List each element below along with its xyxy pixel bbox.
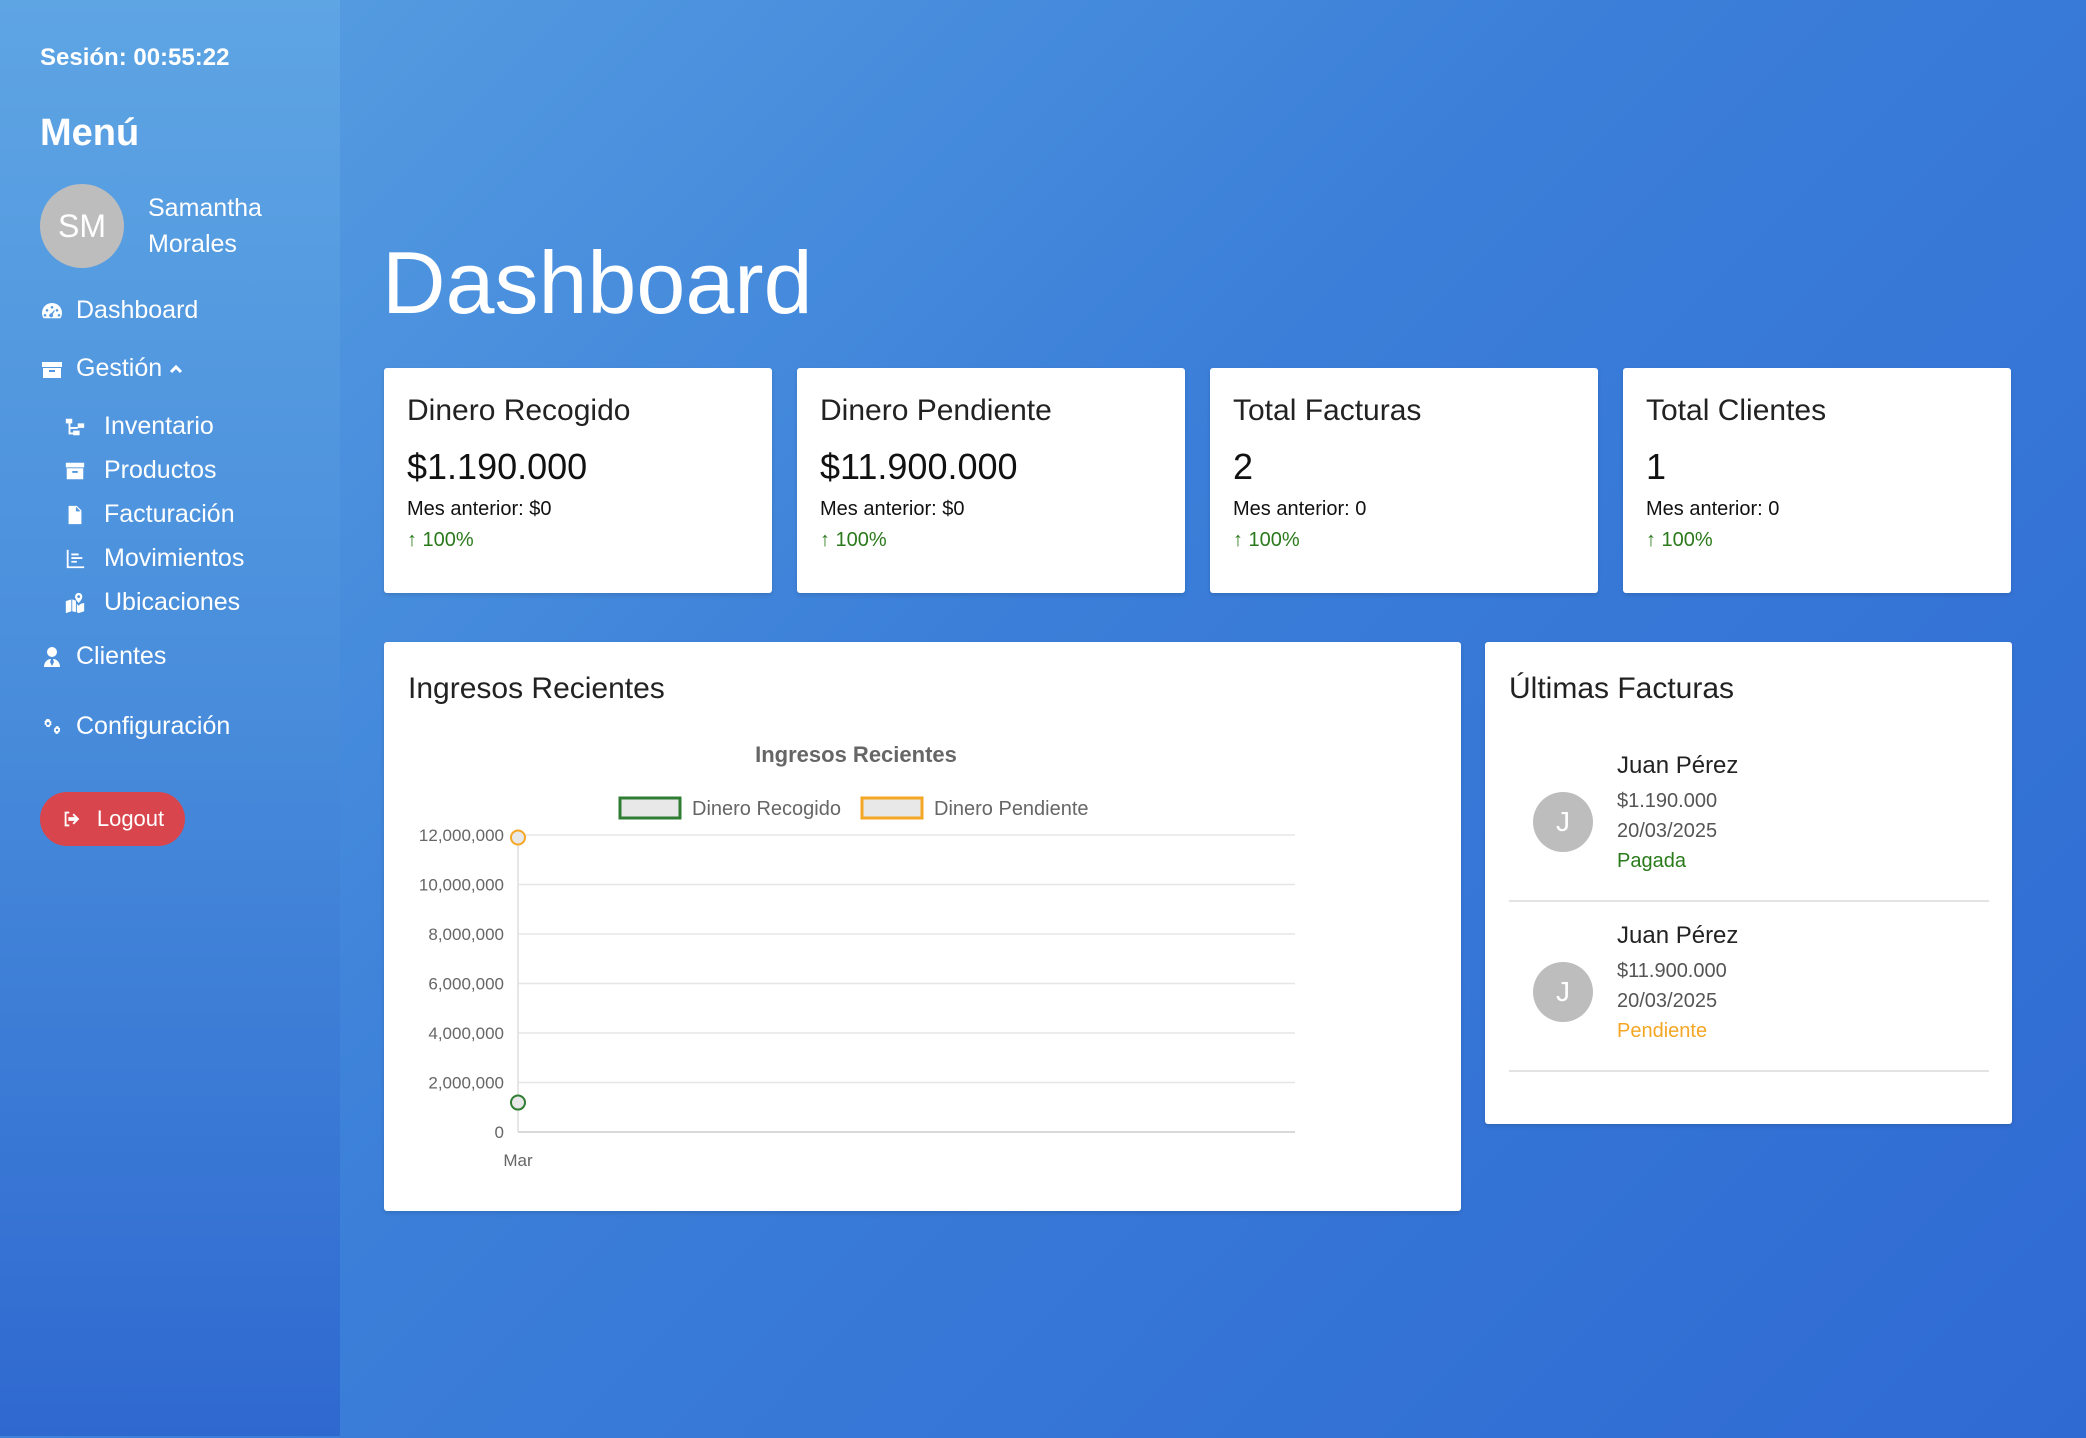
avatar: SM <box>40 184 124 268</box>
legend-label: Dinero Recogido <box>692 798 841 820</box>
stat-previous: Mes anterior: 0 <box>1233 498 1367 520</box>
stat-change: ↑ 100% <box>1646 529 1713 551</box>
stat-value: 1 <box>1646 446 1667 487</box>
sidebar-item-label: Productos <box>104 456 217 484</box>
y-tick-label: 4,000,000 <box>428 1024 504 1043</box>
sidebar-item-label: Movimientos <box>104 544 245 572</box>
stat-previous: Mes anterior: $0 <box>820 498 965 520</box>
recent-income-card: Ingresos Recientes Ingresos Recientes Din… <box>384 642 1461 1211</box>
logout-label: Logout <box>96 806 165 831</box>
stat-change: ↑ 100% <box>1233 529 1300 551</box>
invoice-icon <box>68 505 82 524</box>
invoices-card-title: Últimas Facturas <box>1509 672 1735 705</box>
stat-title: Dinero Pendiente <box>820 394 1052 427</box>
stat-title: Total Clientes <box>1646 394 1827 427</box>
logout-button[interactable]: Logout <box>40 792 185 846</box>
data-point <box>510 1094 526 1111</box>
invoice-date: 20/03/2025 <box>1617 820 1718 842</box>
stat-card-dinero-recogido: Dinero Recogido $1.190.000 Mes anterior:… <box>384 368 772 593</box>
invoice-item[interactable]: J Juan Pérez $1.190.000 20/03/2025 Pagad… <box>1509 734 1989 902</box>
gears-icon <box>44 718 61 734</box>
user-last-name: Morales <box>148 230 237 258</box>
menu-title: Menú <box>40 112 140 154</box>
chevron-up-icon <box>168 361 184 377</box>
y-tick-label: 0 <box>495 1123 504 1142</box>
y-tick-label: 2,000,000 <box>428 1074 504 1093</box>
stat-value: $1.190.000 <box>407 446 588 487</box>
stat-change: ↑ 100% <box>820 529 887 551</box>
stat-card-total-clientes: Total Clientes 1 Mes anterior: 0 ↑ 100% <box>1623 368 2011 593</box>
sidebar-item-clientes[interactable]: Clientes <box>40 642 166 671</box>
legend-label: Dinero Pendiente <box>934 798 1089 820</box>
y-tick-label: 6,000,000 <box>428 975 504 994</box>
stat-title: Dinero Recogido <box>407 394 631 427</box>
stat-value: $11.900.000 <box>820 446 1018 487</box>
sidebar-item-productos[interactable]: Productos <box>64 456 217 485</box>
stat-card-total-facturas: Total Facturas 2 Mes anterior: 0 ↑ 100% <box>1210 368 1598 593</box>
sidebar-item-dashboard[interactable]: Dashboard <box>40 296 198 325</box>
legend-swatch <box>618 796 682 820</box>
invoice-status: Pendiente <box>1617 1020 1708 1042</box>
y-tick-label: 8,000,000 <box>428 925 504 944</box>
sidebar-item-label: Facturación <box>104 500 235 528</box>
sitemap-icon <box>65 418 85 435</box>
invoice-status: Pagada <box>1617 850 1686 872</box>
sidebar-item-label: Configuración <box>76 712 231 740</box>
x-tick-label: Mar <box>503 1151 533 1170</box>
y-tick-label: 10,000,000 <box>419 876 504 895</box>
data-point <box>510 829 526 846</box>
avatar: J <box>1533 962 1593 1022</box>
stat-title: Total Facturas <box>1233 394 1422 427</box>
sidebar-item-facturacion[interactable]: Facturación <box>64 500 235 529</box>
sidebar-item-label: Dashboard <box>76 296 199 324</box>
invoice-item[interactable]: J Juan Pérez $11.900.000 20/03/2025 Pend… <box>1509 904 1989 1072</box>
page-title: Dashboard <box>382 233 813 332</box>
archive-icon <box>65 462 85 479</box>
user-first-name: Samantha <box>148 194 262 222</box>
y-tick-label: 12,000,000 <box>419 826 504 845</box>
sidebar-item-label: Gestión <box>76 354 163 382</box>
sidebar-item-inventario[interactable]: Inventario <box>64 412 214 441</box>
invoice-client-name: Juan Pérez <box>1617 752 1739 779</box>
user-name: Samantha Morales <box>148 190 288 262</box>
latest-invoices-card: Últimas Facturas J Juan Pérez $1.190.000… <box>1485 642 2012 1124</box>
sidebar-item-label: Inventario <box>104 412 214 440</box>
sidebar-item-configuracion[interactable]: Configuración <box>40 712 230 741</box>
chart-title: Ingresos Recientes <box>755 742 957 767</box>
session-timer: Sesión: 00:55:22 <box>40 44 230 71</box>
stat-previous: Mes anterior: 0 <box>1646 498 1780 520</box>
sidebar-item-gestion[interactable]: Gestión <box>40 354 184 383</box>
recent-income-chart: Ingresos Recientes Dinero Recogido Dinero … <box>419 742 1295 1170</box>
user-profile: SM Samantha Morales <box>40 184 288 268</box>
stat-change: ↑ 100% <box>407 529 474 551</box>
invoice-amount: $1.190.000 <box>1617 790 1718 812</box>
sidebar-item-ubicaciones[interactable]: Ubicaciones <box>64 588 240 617</box>
chart-list-icon <box>66 549 85 568</box>
gauge-icon <box>42 302 62 318</box>
legend-swatch <box>860 796 924 820</box>
logout-icon <box>64 811 80 827</box>
invoice-amount: $11.900.000 <box>1617 960 1727 982</box>
user-tie-icon <box>44 646 60 667</box>
sidebar-item-movimientos[interactable]: Movimientos <box>64 544 244 573</box>
stat-value: 2 <box>1233 446 1254 487</box>
avatar: J <box>1533 792 1593 852</box>
stat-previous: Mes anterior: $0 <box>407 498 552 520</box>
sidebar-item-label: Clientes <box>76 642 167 670</box>
stat-card-dinero-pendiente: Dinero Pendiente $11.900.000 Mes anterio… <box>797 368 1185 593</box>
box-icon <box>42 361 62 378</box>
sidebar: Sesión: 00:55:22 Menú SM Samantha Morale… <box>0 0 340 1436</box>
invoice-client-name: Juan Pérez <box>1617 922 1739 949</box>
map-location-icon <box>65 592 85 613</box>
sidebar-item-label: Ubicaciones <box>104 588 241 616</box>
invoice-date: 20/03/2025 <box>1617 990 1718 1012</box>
